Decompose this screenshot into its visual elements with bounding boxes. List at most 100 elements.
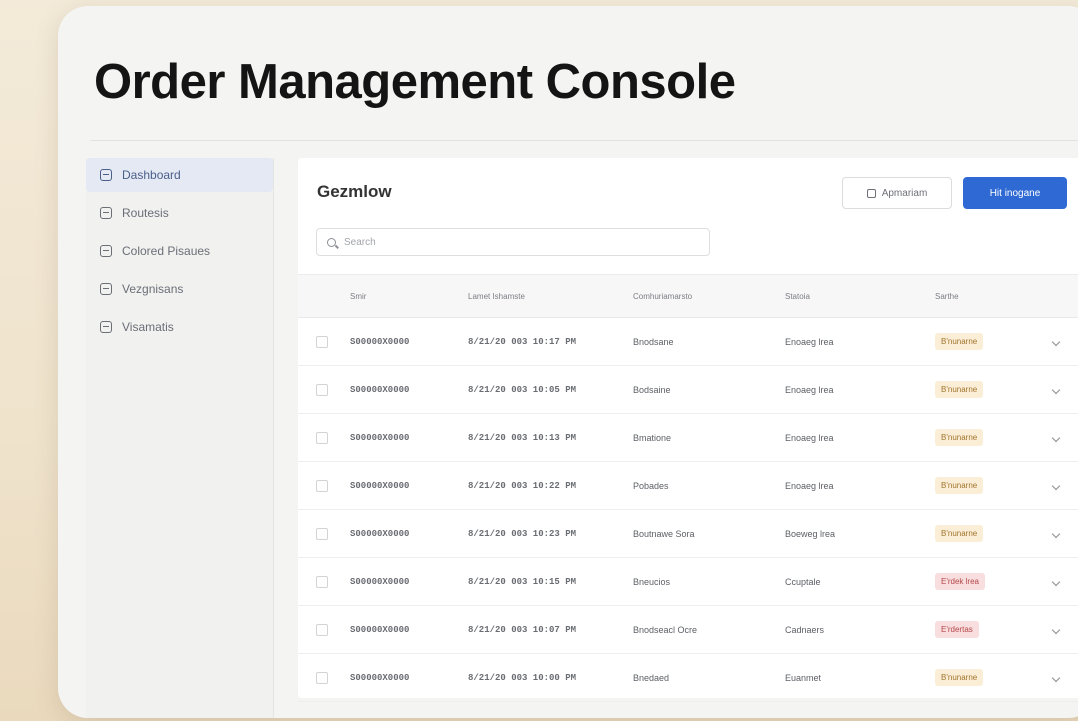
row-action-cell	[1043, 529, 1078, 539]
status-cell: B'nunarne	[935, 333, 1043, 350]
shipping-info: Cadnaers	[785, 624, 825, 635]
row-checkbox[interactable]	[316, 575, 328, 588]
sidebar-item-label: Dashboard	[122, 168, 181, 182]
status-badge: E'rdertas	[935, 621, 979, 638]
row-checkbox[interactable]	[316, 479, 328, 492]
chevron-down-icon[interactable]	[1051, 481, 1061, 490]
orders-panel: Gezmlow Apmariam Hit inogane Smir Lamet …	[298, 158, 1078, 702]
customer-name: Boutnawe Sora	[633, 528, 695, 539]
order-id: S00000X0000	[350, 576, 410, 587]
primary-button[interactable]: Hit inogane	[963, 177, 1067, 209]
row-action-cell	[1043, 433, 1078, 443]
column-header[interactable]: Smir	[350, 292, 468, 301]
row-checkbox[interactable]	[316, 623, 328, 636]
order-date: 8/21/20 003 10:17 PM	[468, 336, 577, 347]
box-icon	[100, 207, 112, 219]
status-cell: E'rdertas	[935, 621, 1043, 638]
sidebar-item-routesis[interactable]: Routesis	[86, 196, 273, 230]
column-header[interactable]: Statoia	[785, 292, 935, 301]
shipping-info: Euanmet	[785, 672, 822, 683]
order-id: S00000X0000	[350, 528, 410, 539]
chevron-down-icon[interactable]	[1051, 433, 1061, 442]
sidebar-item-vezgnisans[interactable]: Vezgnisans	[86, 272, 273, 306]
row-select-cell	[298, 671, 350, 684]
home-icon	[100, 169, 112, 181]
table-row[interactable]: S00000X0000 8/21/20 003 10:00 PM Bnedaed Eu…	[298, 654, 1078, 702]
chevron-down-icon[interactable]	[1051, 385, 1061, 394]
sidebar-item-label: Colored Pisaues	[122, 244, 211, 258]
status-badge: B'nunarne	[935, 333, 984, 350]
row-checkbox[interactable]	[316, 671, 328, 684]
orders-table: Smir Lamet Ishamste Comhuriamarsto Stato…	[298, 274, 1078, 702]
shipping-info: Enoaeg lrea	[785, 480, 834, 491]
status-badge: B'nunarne	[935, 669, 984, 686]
chevron-down-icon[interactable]	[1051, 625, 1061, 634]
order-id: S00000X0000	[350, 624, 410, 635]
order-id: S00000X0000	[350, 336, 410, 347]
order-id: S00000X0000	[350, 432, 410, 443]
table-row[interactable]: S00000X0000 8/21/20 003 10:17 PM Bnodsane E…	[298, 318, 1078, 366]
chevron-down-icon[interactable]	[1051, 529, 1061, 538]
secondary-button-label: Apmariam	[881, 187, 928, 199]
customer-name: Bnedaed	[633, 672, 670, 683]
row-select-cell	[298, 527, 350, 540]
panel-title: Gezmlow	[317, 182, 392, 201]
sidebar-item-label: Visamatis	[122, 320, 174, 334]
shipping-info: Boeweg lrea	[785, 528, 836, 539]
order-id: S00000X0000	[350, 672, 410, 683]
chevron-down-icon[interactable]	[1051, 577, 1061, 586]
app-window: Order Management Console Dashboard Route…	[58, 6, 1078, 718]
status-cell: B'nunarne	[935, 477, 1043, 494]
order-id: S00000X0000	[350, 384, 410, 395]
row-action-cell	[1043, 385, 1078, 395]
column-header[interactable]: Comhuriamarsto	[633, 292, 785, 301]
row-action-cell	[1043, 673, 1078, 683]
row-action-cell	[1043, 481, 1078, 491]
search-input[interactable]	[344, 236, 684, 248]
table-row[interactable]: S00000X0000 8/21/20 003 10:23 PM Boutnawe …	[298, 510, 1078, 558]
table-row[interactable]: S00000X0000 8/21/20 003 10:05 PM Bodsaine E…	[298, 366, 1078, 414]
order-date: 8/21/20 003 10:07 PM	[468, 624, 577, 635]
table-row[interactable]: S00000X0000 8/21/20 003 10:13 PM Bmatione E…	[298, 414, 1078, 462]
status-badge: B'nunarne	[935, 429, 984, 446]
sidebar-item-dashboard[interactable]: Dashboard	[86, 158, 273, 192]
row-action-cell	[1043, 577, 1078, 587]
sidebar-item-label: Vezgnisans	[122, 282, 184, 296]
secondary-button[interactable]: Apmariam	[842, 177, 952, 209]
customer-name: Bmatione	[633, 432, 672, 443]
table-header: Smir Lamet Ishamste Comhuriamarsto Stato…	[298, 274, 1078, 318]
chevron-down-icon[interactable]	[1051, 673, 1061, 682]
chevron-down-icon[interactable]	[1051, 337, 1061, 346]
order-date: 8/21/20 003 10:13 PM	[468, 432, 577, 443]
search-bar	[316, 228, 710, 256]
shipping-info: Enoaeg lrea	[785, 432, 834, 443]
row-select-cell	[298, 623, 350, 636]
title-divider	[90, 140, 1078, 141]
sidebar-item-colored-pisaues[interactable]: Colored Pisaues	[86, 234, 273, 268]
table-row[interactable]: S00000X0000 8/21/20 003 10:22 PM Pobades En…	[298, 462, 1078, 510]
row-select-cell	[298, 335, 350, 348]
status-badge: B'nunarne	[935, 525, 984, 542]
shipping-info: Enoaeg lrea	[785, 384, 834, 395]
status-cell: B'nunarne	[935, 381, 1043, 398]
table-row[interactable]: S00000X0000 8/21/20 003 10:07 PM Bnodseacl…	[298, 606, 1078, 654]
row-checkbox[interactable]	[316, 527, 328, 540]
row-checkbox[interactable]	[316, 383, 328, 396]
sidebar-item-visamatis[interactable]: Visamatis	[86, 310, 273, 344]
column-header[interactable]: Sarthe	[935, 292, 1043, 301]
row-action-cell	[1043, 625, 1078, 635]
status-cell: E'rdek lrea	[935, 573, 1043, 590]
layers-icon	[100, 245, 112, 257]
row-select-cell	[298, 383, 350, 396]
row-select-cell	[298, 431, 350, 444]
search-icon	[327, 237, 336, 247]
row-checkbox[interactable]	[316, 335, 328, 348]
row-checkbox[interactable]	[316, 431, 328, 444]
customer-name: Pobades	[633, 480, 669, 491]
column-header[interactable]: Lamet Ishamste	[468, 292, 633, 301]
sidebar-item-label: Routesis	[122, 206, 169, 220]
status-cell: B'nunarne	[935, 525, 1043, 542]
order-date: 8/21/20 003 10:22 PM	[468, 480, 577, 491]
table-row[interactable]: S00000X0000 8/21/20 003 10:15 PM Bneucios C…	[298, 558, 1078, 606]
primary-button-label: Hit inogane	[989, 187, 1041, 199]
